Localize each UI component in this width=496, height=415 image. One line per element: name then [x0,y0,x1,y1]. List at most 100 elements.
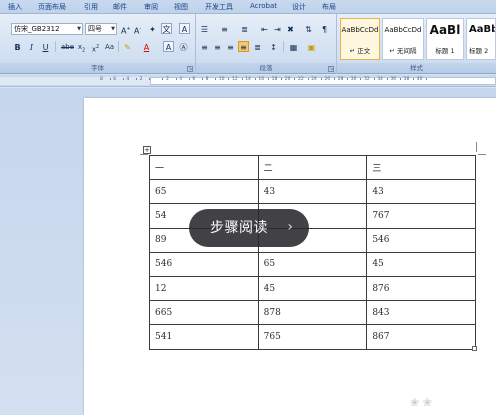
table-cell[interactable]: 43 [366,179,476,205]
step-reading-button[interactable]: 步骤阅读 › [189,209,309,247]
ruler-tick [386,78,388,80]
bold-icon[interactable]: B [12,41,23,52]
table-cell[interactable]: 43 [257,179,368,205]
ruler-number: 2 [166,77,169,82]
ruler-number: 28 [337,77,344,82]
tab-layout[interactable]: 布局 [322,2,336,12]
ruler-tick [241,78,243,80]
shading-icon[interactable]: ▦ [288,41,299,52]
align-center-icon[interactable]: ≡ [212,41,223,52]
ruler-tick [334,78,335,80]
table-move-handle-icon[interactable]: + [143,146,151,154]
paragraph-group: ☰ ≡ ≣ ⇤ ⇥ ✖ ⇅ ¶ ≡ ≡ ≡ ≡ ≣ ↕ ▦ ▣ 段落 ↘ [196,14,337,74]
ruler-number: 34 [377,77,383,82]
chinese-layout-icon[interactable]: ✖ [285,23,296,34]
highlight-icon[interactable]: ✎ [122,41,133,52]
ruler-number: 32 [364,77,370,82]
underline-icon[interactable]: U [40,41,51,52]
bullets-icon[interactable]: ☰ [199,23,210,34]
style-normal[interactable]: AaBbCcDd ↵ 正文 [340,18,380,60]
change-case-icon[interactable]: Aa [104,41,115,52]
styles-group: AaBbCcDd ↵ 正文 AaBbCcDd ↵ 无间隔 AaBl 标题 1 A… [337,14,496,74]
table-resize-handle[interactable] [472,346,477,351]
align-right-icon[interactable]: ≡ [225,41,236,52]
dialog-launcher-icon[interactable]: ↘ [187,66,193,72]
table-cell[interactable]: 三 [366,154,476,181]
superscript-icon[interactable]: x2 [90,41,101,53]
table-cell[interactable]: 541 [149,324,259,350]
enclose-char-icon[interactable]: Ⓐ [178,41,189,52]
ruler-tick [188,78,190,80]
styles-group-label: 样式 [337,63,496,73]
tab-design[interactable]: 设计 [292,2,306,12]
table-cell[interactable]: 65 [257,251,368,277]
horizontal-ruler[interactable]: 8 6 4 2 2 4 6 8 10 12 14 16 18 20 22 24 26 28 30 32 34 36 38 40 [0,75,496,87]
char-shading-icon[interactable]: A [163,41,174,52]
separator [118,41,119,52]
ruler-number: 8 [205,77,209,82]
borders-icon[interactable]: ▣ [306,41,317,52]
justify-icon[interactable]: ≡ [238,41,249,52]
table-cell[interactable]: 65 [149,179,259,205]
sort-icon[interactable]: ⇅ [303,23,314,34]
strikethrough-icon[interactable]: abe [60,41,74,52]
phonetic-guide-icon[interactable]: 文 [161,23,172,34]
table-cell[interactable]: 843 [366,300,476,326]
table-cell[interactable]: 765 [257,324,368,350]
tab-references[interactable]: 引用 [84,2,98,12]
table-cell[interactable]: 45 [366,251,476,277]
style-preview: AaBbCcDd [384,26,422,34]
italic-icon[interactable]: I [26,41,37,52]
tab-view[interactable]: 视图 [174,2,188,12]
table-cell[interactable]: 二 [257,154,368,181]
table-cell[interactable]: 665 [149,300,259,326]
tab-acrobat[interactable]: Acrobat [250,2,277,10]
table-cell[interactable]: 一 [149,154,259,181]
subscript-icon[interactable]: x2 [76,41,87,53]
tab-review[interactable]: 审阅 [144,2,158,12]
ruler-tick [373,78,375,80]
table-cell[interactable]: 878 [257,300,368,326]
ribbon: 仿宋_GB2312 ▼ 四号 ▼ A+ A- ✦ 文 A B I U abe x… [0,14,496,74]
font-size-combo[interactable]: 四号 ▼ [85,23,117,35]
ruler-number: 14 [245,77,251,82]
table-cell[interactable]: 767 [366,203,476,229]
chevron-right-icon: › [287,219,293,235]
ruler-number: 12 [232,77,238,82]
multilevel-list-icon[interactable]: ≣ [239,23,250,34]
char-border-icon[interactable]: A [179,23,190,34]
table-cell[interactable]: 546 [149,251,259,277]
grow-font-icon[interactable]: A+ [120,23,131,36]
tab-developer[interactable]: 开发工具 [205,2,233,12]
numbering-icon[interactable]: ≡ [219,23,230,34]
font-name-combo[interactable]: 仿宋_GB2312 ▼ [11,23,83,35]
style-name: 标题 1 [435,47,455,55]
tab-mailings[interactable]: 邮件 [113,2,127,12]
table-row: 12 45 876 [149,275,476,302]
ruler-tick [215,78,217,80]
table-cell[interactable]: 867 [366,324,476,350]
clear-format-icon[interactable]: ✦ [147,23,158,34]
distributed-icon[interactable]: ≣ [252,41,263,52]
ruler-number: 24 [311,77,317,82]
ruler-number: 10 [218,77,225,82]
table-cell[interactable]: 45 [257,275,368,302]
style-no-spacing[interactable]: AaBbCcDd ↵ 无间隔 [382,18,424,60]
tab-page-layout[interactable]: 页面布局 [38,2,66,12]
table-cell[interactable]: 12 [149,275,259,302]
table-cell[interactable]: 876 [366,275,476,302]
style-heading-1[interactable]: AaBl 标题 1 [426,18,464,60]
tab-insert[interactable]: 插入 [8,2,22,12]
shrink-font-icon[interactable]: A- [132,23,143,36]
align-left-icon[interactable]: ≡ [199,41,210,52]
show-marks-icon[interactable]: ¶ [319,23,330,34]
table-row: 546 65 45 [149,251,476,277]
dialog-launcher-icon[interactable]: ↘ [328,66,334,72]
increase-indent-icon[interactable]: ⇥ [272,23,283,34]
ruler-tick [228,78,230,80]
font-color-icon[interactable]: A [141,41,152,52]
table-cell[interactable]: 546 [366,227,476,253]
style-heading-2[interactable]: AaBb 标题 2 [466,18,496,60]
decrease-indent-icon[interactable]: ⇤ [259,23,270,34]
line-spacing-icon[interactable]: ↕ [268,41,279,52]
